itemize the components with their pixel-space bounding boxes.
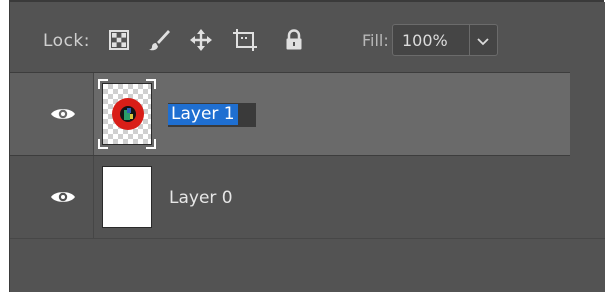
thumbnail-selection-corner bbox=[98, 139, 108, 149]
lock-all-icon[interactable] bbox=[281, 27, 307, 53]
lock-image-pixels-icon[interactable] bbox=[146, 27, 172, 53]
visibility-toggle[interactable] bbox=[10, 156, 94, 238]
lock-toolbar: Lock: Fill: 100% bbox=[10, 18, 605, 68]
layer-row-layer-1[interactable]: Layer 1 bbox=[10, 73, 570, 155]
lock-label: Lock: bbox=[43, 31, 90, 51]
fill-label: Fill: bbox=[362, 31, 389, 50]
layers-panel-screenshot: Lock: Fill: 100% Layer 1 Layer 0 bbox=[0, 0, 610, 295]
layer-row-layer-0[interactable]: Layer 0 bbox=[10, 156, 570, 238]
fill-opacity-field[interactable]: 100% bbox=[392, 24, 498, 56]
frame-edge-left bbox=[0, 0, 9, 295]
eye-icon[interactable] bbox=[50, 189, 76, 205]
fill-field-divider bbox=[469, 25, 470, 55]
thumbnail-selection-corner bbox=[98, 79, 108, 89]
layer-thumbnail-layer-1[interactable] bbox=[98, 79, 156, 149]
layer-thumbnail-layer-0[interactable] bbox=[102, 166, 152, 228]
transparent-with-red-circle-icon bbox=[112, 98, 144, 130]
eye-icon[interactable] bbox=[50, 106, 76, 122]
visibility-toggle[interactable] bbox=[10, 73, 94, 155]
chevron-down-icon[interactable] bbox=[475, 33, 491, 47]
layer-name-layer-0[interactable]: Layer 0 bbox=[169, 188, 233, 208]
lock-transparent-pixels-icon[interactable] bbox=[106, 27, 132, 53]
layer-name-input[interactable]: Layer 1 bbox=[168, 103, 256, 127]
layers-panel: Lock: Fill: 100% Layer 1 Layer 0 bbox=[9, 2, 605, 292]
lock-artboard-icon[interactable] bbox=[232, 27, 258, 53]
lock-position-icon[interactable] bbox=[188, 27, 214, 53]
thumbnail-selection-corner bbox=[146, 79, 156, 89]
layer-name-layer-1[interactable]: Layer 1 bbox=[168, 104, 238, 125]
thumbnail-selection-corner bbox=[146, 139, 156, 149]
fill-value[interactable]: 100% bbox=[402, 31, 448, 50]
panel-footer-divider bbox=[10, 238, 605, 239]
